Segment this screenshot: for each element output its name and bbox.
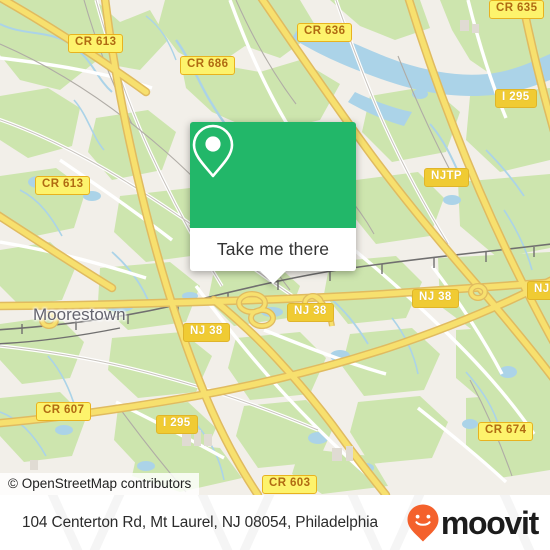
road-shield-njtp[interactable]: NJTP [424, 168, 469, 187]
moovit-smiley-pin-icon [407, 504, 439, 541]
popup-pointer-tail [260, 271, 286, 284]
footer-bar: 104 Centerton Rd, Mt Laurel, NJ 08054, P… [0, 495, 550, 550]
road-shield-cr613-west[interactable]: CR 613 [35, 176, 91, 195]
road-shield-cr686[interactable]: CR 686 [180, 56, 236, 75]
road-shield-cr607[interactable]: CR 607 [36, 402, 92, 421]
place-label-moorestown: Moorestown [33, 305, 126, 324]
address-label: 104 Centerton Rd, Mt Laurel, NJ 08054, P… [22, 513, 378, 531]
road-shield-i295-north[interactable]: I 295 [495, 89, 537, 108]
road-shield-cr613-north[interactable]: CR 613 [68, 34, 124, 53]
road-shield-nj38-east[interactable]: NJ 38 [412, 289, 459, 308]
road-shield-cr636[interactable]: CR 636 [297, 23, 353, 42]
moovit-logo[interactable]: moovit [406, 503, 539, 543]
road-shield-nj38-center[interactable]: NJ 38 [287, 303, 334, 322]
road-shield-nj3-edge[interactable]: NJ 3 [527, 281, 550, 300]
road-shield-cr674[interactable]: CR 674 [478, 422, 534, 441]
road-shield-i295-south[interactable]: I 295 [156, 415, 198, 434]
map-canvas[interactable]: CR 613 CR 686 CR 636 CR 635 I 295 CR 613… [0, 0, 550, 495]
map-pin-icon [192, 124, 234, 178]
osm-attribution[interactable]: © OpenStreetMap contributors [0, 473, 200, 495]
road-shield-cr603[interactable]: CR 603 [262, 475, 318, 494]
location-popup-card[interactable]: Take me there [190, 122, 356, 284]
take-me-there-label: Take me there [216, 239, 330, 259]
moovit-wordmark: moovit [440, 504, 539, 541]
road-shield-cr635[interactable]: CR 635 [489, 0, 545, 19]
road-shield-nj38-west[interactable]: NJ 38 [183, 323, 230, 342]
popup-icon-panel [190, 122, 356, 228]
moovit-map-screen: CR 613 CR 686 CR 636 CR 635 I 295 CR 613… [0, 0, 550, 550]
take-me-there-button[interactable]: Take me there [190, 228, 356, 271]
